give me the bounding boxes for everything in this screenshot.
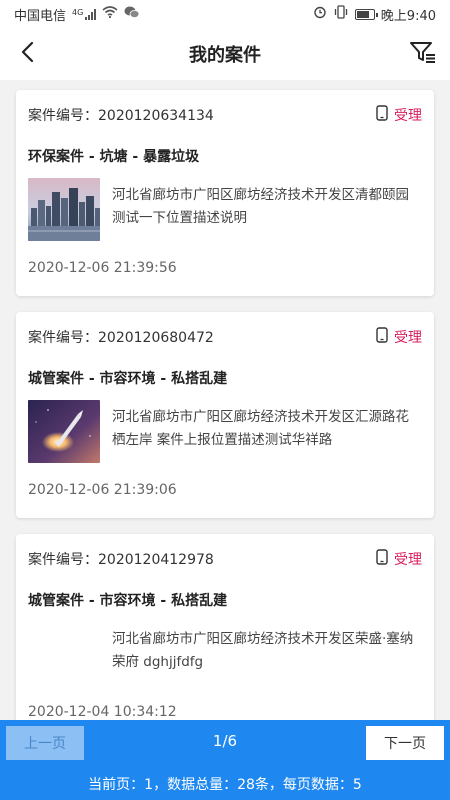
status-label: 受理 (394, 108, 422, 124)
case-time: 2020-12-06 21:39:56 (28, 260, 177, 276)
case-number: 案件编号：2020120680472 (28, 330, 214, 346)
back-button[interactable] (14, 40, 42, 68)
network-type: 4G (72, 7, 84, 17)
status-badge: 受理 (376, 105, 422, 125)
status-bar-left: 中国电信 4G (14, 5, 140, 24)
case-description: 河北省廊坊市广阳区廊坊经济技术开发区清都颐园 测试一下位置描述说明 (112, 187, 409, 226)
case-card[interactable]: 案件编号：2020120634134 受理 环保案件 - 坑塘 - 暴露垃圾 河… (16, 90, 434, 296)
case-description: 河北省廊坊市广阳区廊坊经济技术开发区汇源路花栖左岸 案件上报位置描述测试华祥路 (112, 409, 409, 448)
case-thumbnail-city-skyline[interactable] (28, 178, 100, 241)
case-thumbnail-rocket-launch[interactable] (28, 400, 100, 463)
status-badge: 受理 (376, 549, 422, 569)
next-page-button[interactable]: 下一页 (366, 726, 444, 760)
case-list[interactable]: 案件编号：2020120634134 受理 环保案件 - 坑塘 - 暴露垃圾 河… (0, 80, 450, 720)
case-thumbnail-empty (28, 622, 100, 685)
phone-icon (376, 105, 388, 125)
vibrate-icon (333, 5, 349, 23)
case-time: 2020-12-06 21:39:06 (28, 482, 177, 498)
pagination-summary: 当前页：1，数据总量：28条，每页数据：5 (88, 777, 362, 793)
case-category: 环保案件 - 坑塘 - 暴露垃圾 (28, 149, 200, 165)
page-title: 我的案件 (189, 45, 261, 66)
case-category: 城管案件 - 市容环境 - 私搭乱建 (28, 593, 228, 609)
filter-icon (409, 40, 437, 68)
carrier-label: 中国电信 (14, 8, 67, 24)
case-number: 案件编号：2020120634134 (28, 108, 214, 124)
phone-icon (376, 327, 388, 347)
signal-icon: 4G (72, 7, 97, 20)
case-time: 2020-12-04 10:34:12 (28, 704, 177, 720)
pagination-bar: 上一页 1/6 下一页 当前页：1，数据总量：28条，每页数据：5 (0, 720, 450, 800)
wifi-icon (102, 6, 118, 22)
status-badge: 受理 (376, 327, 422, 347)
status-label: 受理 (394, 330, 422, 346)
case-number: 案件编号：2020120412978 (28, 552, 214, 568)
navbar: 我的案件 (0, 28, 450, 80)
alarm-icon (313, 5, 327, 23)
case-card[interactable]: 案件编号：2020120412978 受理 城管案件 - 市容环境 - 私搭乱建… (16, 534, 434, 720)
phone-icon (376, 549, 388, 569)
wechat-icon (124, 6, 140, 23)
filter-button[interactable] (408, 40, 438, 68)
battery-icon (354, 8, 378, 20)
status-label: 受理 (394, 552, 422, 568)
clock-label: 晚上9:40 (380, 8, 436, 24)
status-bar-right: 晚上9:40 (313, 5, 436, 24)
chevron-left-icon (20, 41, 36, 67)
case-card[interactable]: 案件编号：2020120680472 受理 城管案件 - 市容环境 - 私搭乱建 (16, 312, 434, 518)
case-description: 河北省廊坊市广阳区廊坊经济技术开发区荣盛·塞纳荣府 dghjjfdfg (112, 631, 414, 670)
status-bar: 中国电信 4G 晚上9:40 (0, 0, 450, 28)
case-category: 城管案件 - 市容环境 - 私搭乱建 (28, 371, 228, 387)
